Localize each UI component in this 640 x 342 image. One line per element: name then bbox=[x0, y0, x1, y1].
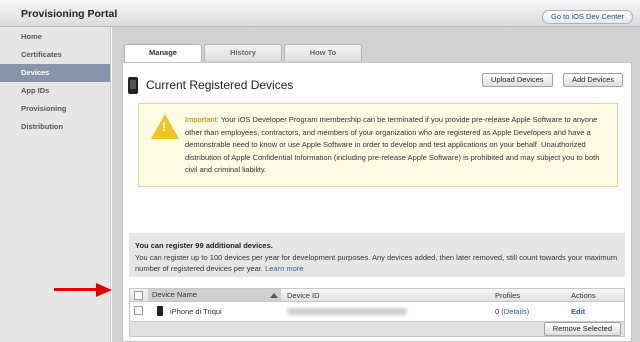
edit-link[interactable]: Edit bbox=[571, 307, 585, 316]
column-profiles: Profiles bbox=[495, 291, 521, 300]
tab-history[interactable]: History bbox=[204, 44, 282, 61]
quota-body: You can register up to 100 devices per y… bbox=[135, 252, 619, 274]
sidebar-item-certificates[interactable]: Certificates bbox=[0, 46, 110, 64]
learn-more-link[interactable]: Learn more bbox=[265, 264, 303, 273]
warning-lead: Important: bbox=[185, 115, 219, 124]
tab-how-to[interactable]: How To bbox=[284, 44, 362, 61]
warning-text: Important: Your iOS Developer Program me… bbox=[185, 114, 609, 177]
tab-manage[interactable]: Manage bbox=[124, 44, 202, 62]
quota-heading: You can register 99 additional devices. bbox=[135, 241, 273, 250]
select-all-checkbox[interactable] bbox=[134, 291, 143, 300]
quota-text: You can register up to 100 devices per y… bbox=[135, 253, 618, 273]
sidebar-item-app-ids[interactable]: App IDs bbox=[0, 82, 110, 100]
upload-devices-button[interactable]: Upload Devices bbox=[482, 73, 553, 87]
iphone-device-icon bbox=[157, 306, 163, 316]
table-row: iPhone di Triqui 0 (Details) Edit bbox=[129, 302, 625, 321]
column-device-name-label: Device Name bbox=[152, 290, 198, 299]
profiles-cell: 0 (Details) bbox=[495, 307, 529, 316]
table-footer: Remove Selected bbox=[129, 321, 625, 337]
sort-ascending-icon bbox=[270, 293, 278, 298]
table-header: Device Name Device ID Profiles Actions bbox=[129, 288, 625, 302]
devices-panel: Current Registered Devices Upload Device… bbox=[122, 62, 632, 342]
sidebar-item-provisioning[interactable]: Provisioning bbox=[0, 100, 110, 118]
arrow-shaft bbox=[54, 288, 98, 291]
profiles-count: 0 bbox=[495, 307, 500, 316]
devices-table: Device Name Device ID Profiles Actions i… bbox=[129, 288, 625, 337]
iphone-icon bbox=[128, 77, 138, 94]
arrow-head-icon bbox=[96, 283, 112, 297]
portal-title: Provisioning Portal bbox=[21, 8, 118, 20]
warning-body: Your iOS Developer Program membership ca… bbox=[185, 115, 600, 174]
red-pointer-arrow bbox=[54, 283, 114, 297]
row-checkbox[interactable] bbox=[134, 306, 143, 315]
column-actions: Actions bbox=[571, 291, 596, 300]
sidebar-item-home[interactable]: Home bbox=[0, 28, 110, 46]
main-content: Manage History How To Current Registered… bbox=[112, 27, 640, 342]
sidebar-item-devices[interactable]: Devices bbox=[0, 64, 110, 82]
sidebar-item-distribution[interactable]: Distribution bbox=[0, 118, 110, 136]
dev-center-button[interactable]: Go to iOS Dev Center bbox=[542, 10, 633, 24]
add-devices-button[interactable]: Add Devices bbox=[563, 73, 624, 87]
device-name: iPhone di Triqui bbox=[170, 307, 222, 316]
device-quota-info: You can register 99 additional devices. … bbox=[129, 233, 625, 277]
profiles-details-link[interactable]: (Details) bbox=[501, 307, 529, 316]
column-device-name[interactable]: Device Name bbox=[148, 289, 281, 301]
warning-box: ! Important: Your iOS Developer Program … bbox=[138, 103, 618, 187]
top-header: Provisioning Portal Go to iOS Dev Center bbox=[0, 0, 640, 27]
page-title: Current Registered Devices bbox=[146, 78, 294, 92]
column-device-id: Device ID bbox=[287, 291, 320, 300]
warning-icon: ! bbox=[151, 114, 179, 139]
device-id-redacted bbox=[287, 308, 407, 315]
remove-selected-button[interactable]: Remove Selected bbox=[543, 322, 621, 336]
